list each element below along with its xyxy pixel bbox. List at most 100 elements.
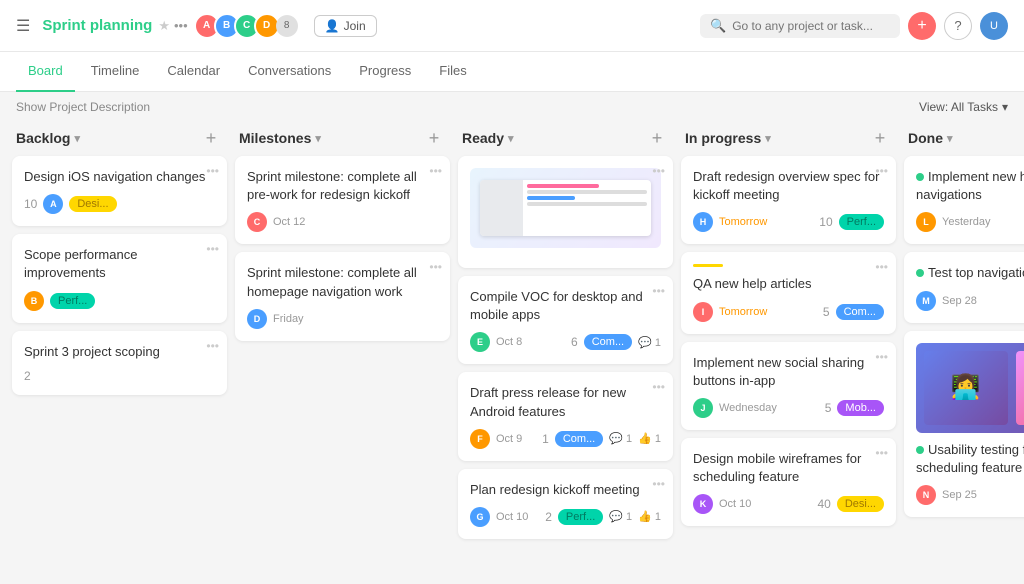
card-date: Oct 12 xyxy=(273,216,305,228)
add-card-backlog[interactable]: + xyxy=(199,126,223,150)
assignee-avatar: G xyxy=(470,507,490,527)
card-title: QA new help articles xyxy=(693,275,884,293)
card-number: 6 xyxy=(571,335,578,349)
search-bar[interactable]: 🔍 xyxy=(700,14,900,38)
chevron-down-icon: ▾ xyxy=(74,132,80,145)
more-icon[interactable]: ••• xyxy=(174,18,188,33)
show-description-link[interactable]: Show Project Description xyxy=(16,100,150,114)
card-date: Oct 10 xyxy=(719,498,751,510)
card-social-sharing[interactable]: ••• Implement new social sharing buttons… xyxy=(681,342,896,430)
column-header-milestones: Milestones ▾ + xyxy=(235,118,450,156)
card-title: Sprint 3 project scoping xyxy=(24,343,215,361)
card-image: 👩‍💻 👩 xyxy=(916,343,1024,433)
column-ready: Ready ▾ + ••• xyxy=(458,118,673,566)
card-draft-press-release[interactable]: ••• Draft press release for new Android … xyxy=(458,372,673,460)
card-tag: Com... xyxy=(584,334,632,350)
card-menu-icon[interactable]: ••• xyxy=(429,260,442,274)
card-number: 2 xyxy=(545,510,552,524)
card-meta: 10 A Desi... xyxy=(24,194,215,214)
assignee-avatar: E xyxy=(470,332,490,352)
card-menu-icon[interactable]: ••• xyxy=(652,284,665,298)
card-menu-icon[interactable]: ••• xyxy=(652,477,665,491)
card-number: 40 xyxy=(817,497,830,511)
card-title: Draft redesign overview spec for kickoff… xyxy=(693,168,884,204)
tab-calendar[interactable]: Calendar xyxy=(155,52,232,92)
column-title-done: Done ▾ xyxy=(908,130,953,146)
card-implement-homepage[interactable]: ••• Implement new homepage navigations L… xyxy=(904,156,1024,244)
card-scope-performance[interactable]: ••• Scope performance improvements B Per… xyxy=(12,234,227,322)
card-menu-icon[interactable]: ••• xyxy=(875,164,888,178)
add-button[interactable]: + xyxy=(908,12,936,40)
card-menu-icon[interactable]: ••• xyxy=(875,350,888,364)
card-menu-icon[interactable]: ••• xyxy=(206,339,219,353)
card-title: Scope performance improvements xyxy=(24,246,215,282)
assignee-avatar: C xyxy=(247,212,267,232)
topbar-right: 🔍 + ? U xyxy=(700,12,1008,40)
card-sprint3-scoping[interactable]: ••• Sprint 3 project scoping 2 xyxy=(12,331,227,395)
add-card-milestones[interactable]: + xyxy=(422,126,446,150)
card-title: Plan redesign kickoff meeting xyxy=(470,481,661,499)
card-design-ios[interactable]: ••• Design iOS navigation changes 10 A D… xyxy=(12,156,227,226)
card-menu-icon[interactable]: ••• xyxy=(652,164,665,178)
assignee-avatar: H xyxy=(693,212,713,232)
card-plan-kickoff[interactable]: ••• Plan redesign kickoff meeting G Oct … xyxy=(458,469,673,539)
tab-board[interactable]: Board xyxy=(16,52,75,92)
user-avatar[interactable]: U xyxy=(980,12,1008,40)
card-qa-help-articles[interactable]: ••• QA new help articles I Tomorrow 5 Co… xyxy=(681,252,896,333)
card-draft-redesign[interactable]: ••• Draft redesign overview spec for kic… xyxy=(681,156,896,244)
column-header-done: Done ▾ + xyxy=(904,118,1024,156)
card-date: Sep 28 xyxy=(942,295,977,307)
card-date: Yesterday xyxy=(942,216,991,228)
chevron-down-icon: ▾ xyxy=(315,132,321,145)
add-card-ready[interactable]: + xyxy=(645,126,669,150)
card-menu-icon[interactable]: ••• xyxy=(875,446,888,460)
card-date: Sep 25 xyxy=(942,489,977,501)
card-usability-testing[interactable]: ••• 👩‍💻 👩 Usability testing for new sche… xyxy=(904,331,1024,517)
card-mobile-wireframes[interactable]: ••• Design mobile wireframes for schedul… xyxy=(681,438,896,526)
board: Backlog ▾ + ••• Design iOS navigation ch… xyxy=(0,118,1024,574)
like-count: 👍 1 xyxy=(638,432,661,445)
tab-progress[interactable]: Progress xyxy=(347,52,423,92)
card-meta: K Oct 10 40 Desi... xyxy=(693,494,884,514)
card-date: Oct 9 xyxy=(496,433,522,445)
tab-files[interactable]: Files xyxy=(427,52,478,92)
card-menu-icon[interactable]: ••• xyxy=(652,380,665,394)
column-header-backlog: Backlog ▾ + xyxy=(12,118,227,156)
help-button[interactable]: ? xyxy=(944,12,972,40)
card-milestone-pre-work[interactable]: ••• Sprint milestone: complete all pre-w… xyxy=(235,156,450,244)
card-title: Implement new social sharing buttons in-… xyxy=(693,354,884,390)
card-milestone-homepage[interactable]: ••• Sprint milestone: complete all homep… xyxy=(235,252,450,340)
card-title: Draft press release for new Android feat… xyxy=(470,384,661,420)
card-title: Design iOS navigation changes xyxy=(24,168,215,186)
card-meta: D Friday xyxy=(247,309,438,329)
star-icon[interactable]: ★ xyxy=(158,18,170,34)
card-menu-icon[interactable]: ••• xyxy=(875,260,888,274)
card-tag: Desi... xyxy=(69,196,116,212)
card-image-preview[interactable]: ••• xyxy=(458,156,673,268)
assignee-avatar: N xyxy=(916,485,936,505)
search-icon: 🔍 xyxy=(710,18,726,34)
add-card-inprogress[interactable]: + xyxy=(868,126,892,150)
card-test-top-navigations[interactable]: ••• Test top navigations M Sep 28 2 Desi… xyxy=(904,252,1024,322)
card-compile-voc[interactable]: ••• Compile VOC for desktop and mobile a… xyxy=(458,276,673,364)
status-dot xyxy=(916,446,924,454)
card-meta: J Wednesday 5 Mob... xyxy=(693,398,884,418)
project-title: Sprint planning xyxy=(42,17,152,34)
card-title: Design mobile wireframes for scheduling … xyxy=(693,450,884,486)
comment-count: 💬 1 xyxy=(609,510,632,523)
card-menu-icon[interactable]: ••• xyxy=(429,164,442,178)
assignee-avatar: L xyxy=(916,212,936,232)
view-all-tasks[interactable]: View: All Tasks ▾ xyxy=(919,100,1008,114)
search-input[interactable] xyxy=(732,19,890,33)
menu-icon[interactable]: ☰ xyxy=(16,16,30,36)
card-tag: Com... xyxy=(836,304,884,320)
card-menu-icon[interactable]: ••• xyxy=(206,242,219,256)
chevron-down-icon: ▾ xyxy=(1002,100,1008,114)
join-button[interactable]: 👤 Join xyxy=(314,15,377,37)
tab-timeline[interactable]: Timeline xyxy=(79,52,152,92)
card-meta: M Sep 28 2 Desi... xyxy=(916,291,1024,311)
tab-conversations[interactable]: Conversations xyxy=(236,52,343,92)
card-menu-icon[interactable]: ••• xyxy=(206,164,219,178)
board-header: Show Project Description View: All Tasks… xyxy=(0,92,1024,118)
avatar-count: 8 xyxy=(276,15,298,37)
